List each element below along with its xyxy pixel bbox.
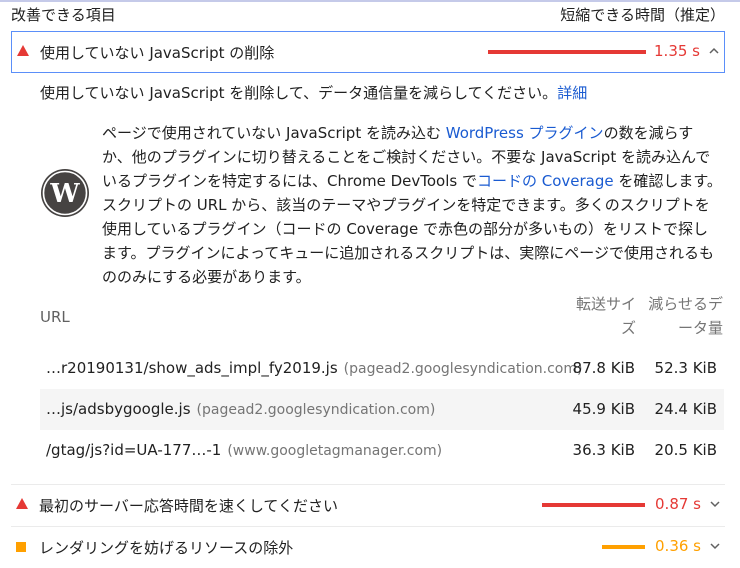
table-row: …js/adsbygoogle.js (pagead2.googlesyndica…: [40, 389, 724, 430]
column-header-url: URL: [40, 308, 70, 326]
wp-text-part-1: ページで使用されていない JavaScript を読み込む: [102, 124, 446, 142]
row-host: (pagead2.googlesyndication.com): [343, 361, 583, 377]
savings-value: 0.87 s: [655, 495, 701, 513]
audit-description: 使用していない JavaScript を削除して、データ通信量を減らしてください…: [40, 82, 587, 103]
audit-title: レンダリングを妨げるリソースの除外: [39, 539, 294, 557]
row-host: (www.googletagmanager.com): [227, 443, 443, 459]
fail-triangle-icon: [16, 498, 28, 509]
row-transfer-size: 87.8 KiB: [572, 359, 635, 377]
row-savings: 20.5 KiB: [654, 441, 717, 459]
opportunities-header: 改善できる項目 短縮できる時間（推定）: [11, 4, 725, 24]
row-transfer-size: 45.9 KiB: [572, 400, 635, 418]
wordpress-logo-icon: W: [41, 169, 89, 217]
chevron-up-icon[interactable]: [708, 40, 720, 60]
audit-title: 使用していない JavaScript の削除: [40, 44, 275, 62]
row-host: (pagead2.googlesyndication.com): [196, 402, 436, 418]
opportunities-header-title: 改善できる項目: [11, 6, 116, 24]
audit-unused-javascript[interactable]: 使用していない JavaScript の削除 1.35 s: [11, 31, 725, 73]
chevron-down-icon[interactable]: [709, 493, 721, 513]
wordpress-plugin-link[interactable]: WordPress プラグイン: [446, 124, 604, 142]
savings-value: 1.35 s: [654, 42, 700, 60]
estimated-savings-header: 短縮できる時間（推定）: [560, 6, 725, 24]
savings-bar: [542, 503, 645, 507]
row-savings: 24.4 KiB: [654, 400, 717, 418]
learn-more-link[interactable]: 詳細: [557, 84, 587, 102]
row-savings: 52.3 KiB: [654, 359, 717, 377]
row-url: …r20190131/show_ads_impl_fy2019.js: [46, 359, 338, 377]
column-header-transfer-size: 転送サイズ: [575, 295, 636, 337]
audit-render-blocking-resources[interactable]: レンダリングを妨げるリソースの除外 0.36 s: [11, 526, 725, 568]
row-url: …js/adsbygoogle.js: [46, 400, 191, 418]
code-coverage-link[interactable]: コードの Coverage: [477, 172, 614, 190]
row-transfer-size: 36.3 KiB: [572, 441, 635, 459]
table-row: /gtag/js?id=UA-177…-1 (www.googletagmanag…: [40, 430, 724, 471]
column-header-potential-savings: 減らせるデータ量: [648, 295, 723, 337]
row-url: /gtag/js?id=UA-177…-1: [46, 441, 222, 459]
audit-title: 最初のサーバー応答時間を速くしてください: [39, 497, 338, 515]
savings-bar: [602, 545, 645, 549]
top-divider: [0, 0, 740, 2]
fail-triangle-icon: [17, 45, 29, 56]
savings-bar: [488, 50, 646, 54]
audit-server-response-time[interactable]: 最初のサーバー応答時間を速くしてください 0.87 s: [11, 484, 725, 526]
average-square-icon: [16, 542, 26, 552]
wordpress-stack-pack-text: ページで使用されていない JavaScript を読み込む WordPress …: [102, 121, 722, 289]
description-text: 使用していない JavaScript を削除して、データ通信量を減らしてください…: [40, 84, 558, 102]
svg-text:W: W: [49, 179, 80, 209]
table-row: …r20190131/show_ads_impl_fy2019.js (pagea…: [40, 348, 724, 389]
savings-value: 0.36 s: [655, 537, 701, 555]
chevron-down-icon[interactable]: [709, 535, 721, 555]
